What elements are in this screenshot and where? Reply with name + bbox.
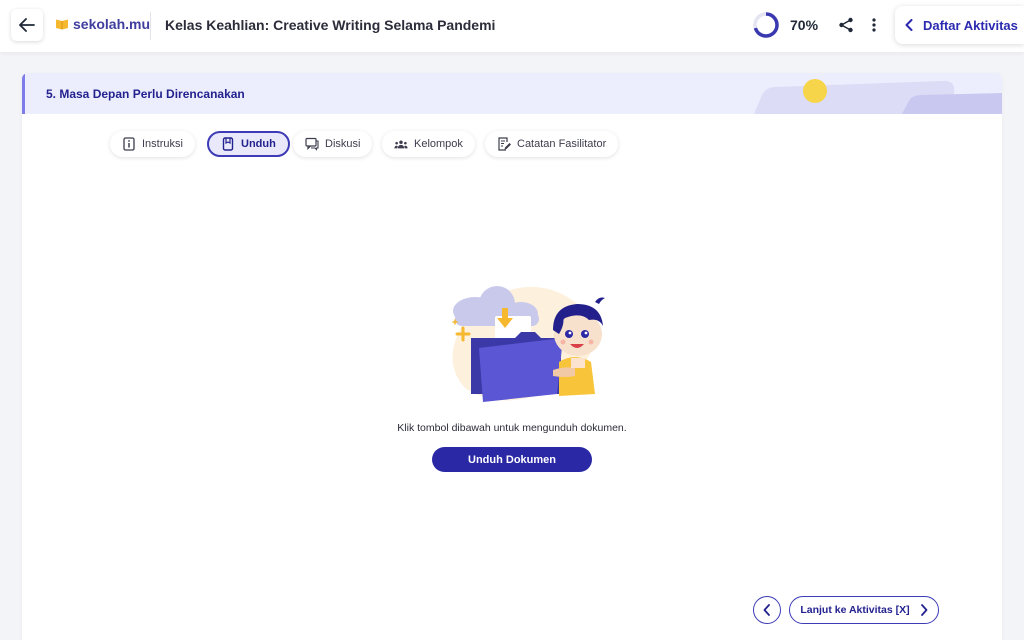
header-divider bbox=[150, 12, 151, 40]
next-activity-button[interactable]: Lanjut ke Aktivitas [X] bbox=[789, 596, 939, 624]
activity-card: 5. Masa Depan Perlu Direncanakan Instruk… bbox=[22, 73, 1002, 640]
chevron-right-icon bbox=[920, 604, 928, 616]
tab-unduh[interactable]: Unduh bbox=[207, 131, 290, 157]
tab-label: Instruksi bbox=[142, 138, 183, 150]
header-decoration bbox=[754, 79, 1002, 114]
download-instruction: Klik tombol dibawah untuk mengunduh doku… bbox=[397, 422, 627, 434]
more-options-button[interactable] bbox=[866, 14, 882, 36]
activity-header: 5. Masa Depan Perlu Direncanakan bbox=[22, 73, 1002, 114]
previous-activity-button[interactable] bbox=[753, 596, 781, 624]
tab-kelompok[interactable]: Kelompok bbox=[382, 131, 475, 157]
chevron-left-icon bbox=[763, 604, 770, 616]
logo[interactable]: sekolah.mu bbox=[55, 16, 150, 32]
document-icon bbox=[221, 137, 235, 151]
tab-catatan-fasilitator[interactable]: Catatan Fasilitator bbox=[485, 131, 619, 157]
tab-diskusi[interactable]: Diskusi bbox=[293, 131, 373, 157]
tab-instruksi[interactable]: Instruksi bbox=[110, 131, 195, 157]
chevron-left-icon bbox=[905, 19, 913, 31]
tab-label: Diskusi bbox=[325, 138, 361, 150]
chat-icon bbox=[305, 137, 319, 151]
activity-list-label: Daftar Aktivitas bbox=[923, 17, 1018, 33]
activity-list-button[interactable]: Daftar Aktivitas bbox=[895, 6, 1024, 44]
tab-label: Kelompok bbox=[414, 138, 463, 150]
download-illustration bbox=[452, 286, 605, 402]
group-icon bbox=[394, 137, 408, 151]
logo-text: sekolah.mu bbox=[73, 16, 151, 32]
arrow-left-icon bbox=[19, 18, 35, 32]
progress-percent: 70% bbox=[790, 17, 819, 33]
book-logo-icon bbox=[56, 19, 68, 30]
next-activity-label: Lanjut ke Aktivitas [X] bbox=[800, 604, 910, 616]
course-title: Kelas Keahlian: Creative Writing Selama … bbox=[165, 17, 496, 33]
info-icon bbox=[122, 137, 136, 151]
header-accent bbox=[22, 73, 25, 114]
more-vertical-icon bbox=[872, 18, 876, 32]
progress-ring bbox=[753, 12, 779, 38]
top-bar: sekolah.mu Kelas Keahlian: Creative Writ… bbox=[0, 0, 1024, 52]
share-icon bbox=[839, 17, 853, 33]
activity-title: 5. Masa Depan Perlu Direncanakan bbox=[46, 87, 245, 101]
note-icon bbox=[497, 137, 511, 151]
tab-label: Catatan Fasilitator bbox=[517, 138, 607, 150]
tab-label: Unduh bbox=[241, 138, 276, 150]
share-button[interactable] bbox=[836, 14, 856, 36]
download-document-button[interactable]: Unduh Dokumen bbox=[432, 447, 592, 472]
back-button[interactable] bbox=[11, 9, 43, 41]
